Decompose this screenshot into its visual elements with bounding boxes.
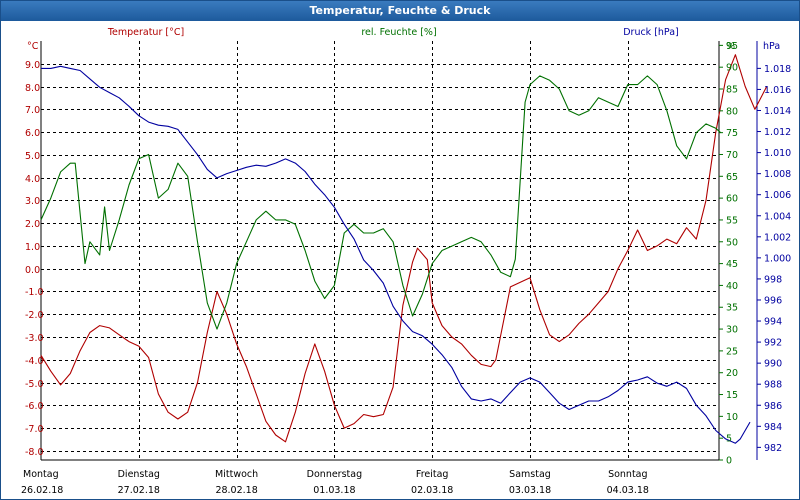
humidity-tick-label: 30 [726, 325, 738, 336]
humidity-axis-label: rel. Feuchte [%] [361, 27, 436, 38]
day-label: Samstag [509, 469, 551, 480]
temperature-tick-label: 2.0 [25, 219, 40, 230]
pressure-tick-label: 1.006 [764, 190, 791, 201]
pressure-tick-label: 996 [764, 295, 782, 306]
humidity-tick-label: 5 [726, 434, 732, 445]
temperature-tick-label: 0.0 [25, 265, 40, 276]
day-label: Dienstag [118, 469, 160, 480]
temperature-tick-label: -1.0 [25, 287, 44, 298]
humidity-tick-label: 70 [726, 150, 738, 161]
pressure-tick-label: 990 [764, 359, 782, 370]
pressure-tick-label: 1.014 [764, 106, 791, 117]
date-label: 04.03.18 [607, 485, 649, 496]
temperature-tick-label: 8.0 [25, 83, 40, 94]
temperature-tick-label: -7.0 [25, 424, 44, 435]
humidity-tick-label: 50 [726, 237, 738, 248]
pressure-tick-label: 1.012 [764, 127, 791, 138]
temperature-tick-label: -8.0 [25, 447, 44, 458]
temperature-tick-label: 5.0 [25, 151, 40, 162]
pressure-unit-label: hPa [763, 41, 780, 52]
pressure-tick-label: 1.002 [764, 232, 791, 243]
temperature-tick-label: 9.0 [25, 60, 40, 71]
pressure-tick-label: 986 [764, 401, 782, 412]
pressure-tick-label: 994 [764, 317, 782, 328]
humidity-tick-label: 0 [726, 456, 732, 467]
day-label: Montag [23, 469, 59, 480]
temperature-tick-label: -2.0 [25, 310, 44, 321]
humidity-tick-label: 10 [726, 412, 738, 423]
temperature-axis-label: Temperatur [°C] [107, 27, 184, 38]
pressure-tick-label: 982 [764, 443, 782, 454]
pressure-tick-label: 1.010 [764, 148, 791, 159]
pressure-tick-label: 988 [764, 380, 782, 391]
chart-window: Temperatur, Feuchte & Druck 9.0 8.0 7.0 6.0… [0, 0, 800, 500]
date-label: 03.03.18 [509, 485, 551, 496]
temperature-tick-label: 3.0 [25, 196, 40, 207]
day-label: Mittwoch [215, 469, 258, 480]
day-label: Donnerstag [307, 469, 362, 480]
weather-chart: 9.0 8.0 7.0 6.0 5.0 4.0 3.0 2.0 1.0 0.0 -1.0 -2.0 -3… [21, 27, 791, 496]
date-label: 02.03.18 [411, 485, 453, 496]
temperature-tick-label: 6.0 [25, 128, 40, 139]
pressure-tick-label: 984 [764, 422, 782, 433]
humidity-tick-label: 65 [726, 172, 738, 183]
temperature-tick-label: 4.0 [25, 174, 40, 185]
pressure-tick-label: 1.008 [764, 169, 791, 180]
date-label: 01.03.18 [313, 485, 355, 496]
humidity-tick-label: 40 [726, 281, 738, 292]
humidity-tick-label: 45 [726, 259, 738, 270]
humidity-tick-label: 60 [726, 194, 738, 205]
pressure-tick-label: 1.004 [764, 211, 791, 222]
humidity-tick-label: 35 [726, 303, 738, 314]
humidity-tick-label: 55 [726, 215, 738, 226]
humidity-tick-label: 90 [726, 63, 738, 74]
day-label: Sonntag [608, 469, 647, 480]
temperature-tick-label: -5.0 [25, 379, 44, 390]
day-label: Freitag [416, 469, 449, 480]
date-label: 26.02.18 [21, 485, 63, 496]
temperature-tick-label: 1.0 [25, 242, 40, 253]
humidity-tick-label: 20 [726, 368, 738, 379]
humidity-tick-label: 15 [726, 390, 738, 401]
humidity-tick-label: 85 [726, 85, 738, 96]
temperature-tick-label: 7.0 [25, 105, 40, 116]
pressure-tick-label: 1.000 [764, 253, 791, 264]
humidity-tick-label: 80 [726, 106, 738, 117]
pressure-axis-label: Druck [hPa] [623, 27, 679, 38]
temperature-tick-label: -6.0 [25, 401, 44, 412]
humidity-tick-label: 75 [726, 128, 738, 139]
humidity-tick-label: 25 [726, 346, 738, 357]
pressure-tick-label: 1.016 [764, 85, 791, 96]
humidity-unit-label: % [726, 41, 735, 52]
date-label: 27.02.18 [118, 485, 160, 496]
pressure-tick-label: 992 [764, 338, 782, 349]
date-label: 28.02.18 [215, 485, 257, 496]
pressure-tick-label: 998 [764, 274, 782, 285]
temperature-tick-label: -4.0 [25, 356, 44, 367]
temperature-unit-label: °C [27, 41, 39, 52]
temperature-tick-label: -3.0 [25, 333, 44, 344]
pressure-tick-label: 1.018 [764, 64, 791, 75]
